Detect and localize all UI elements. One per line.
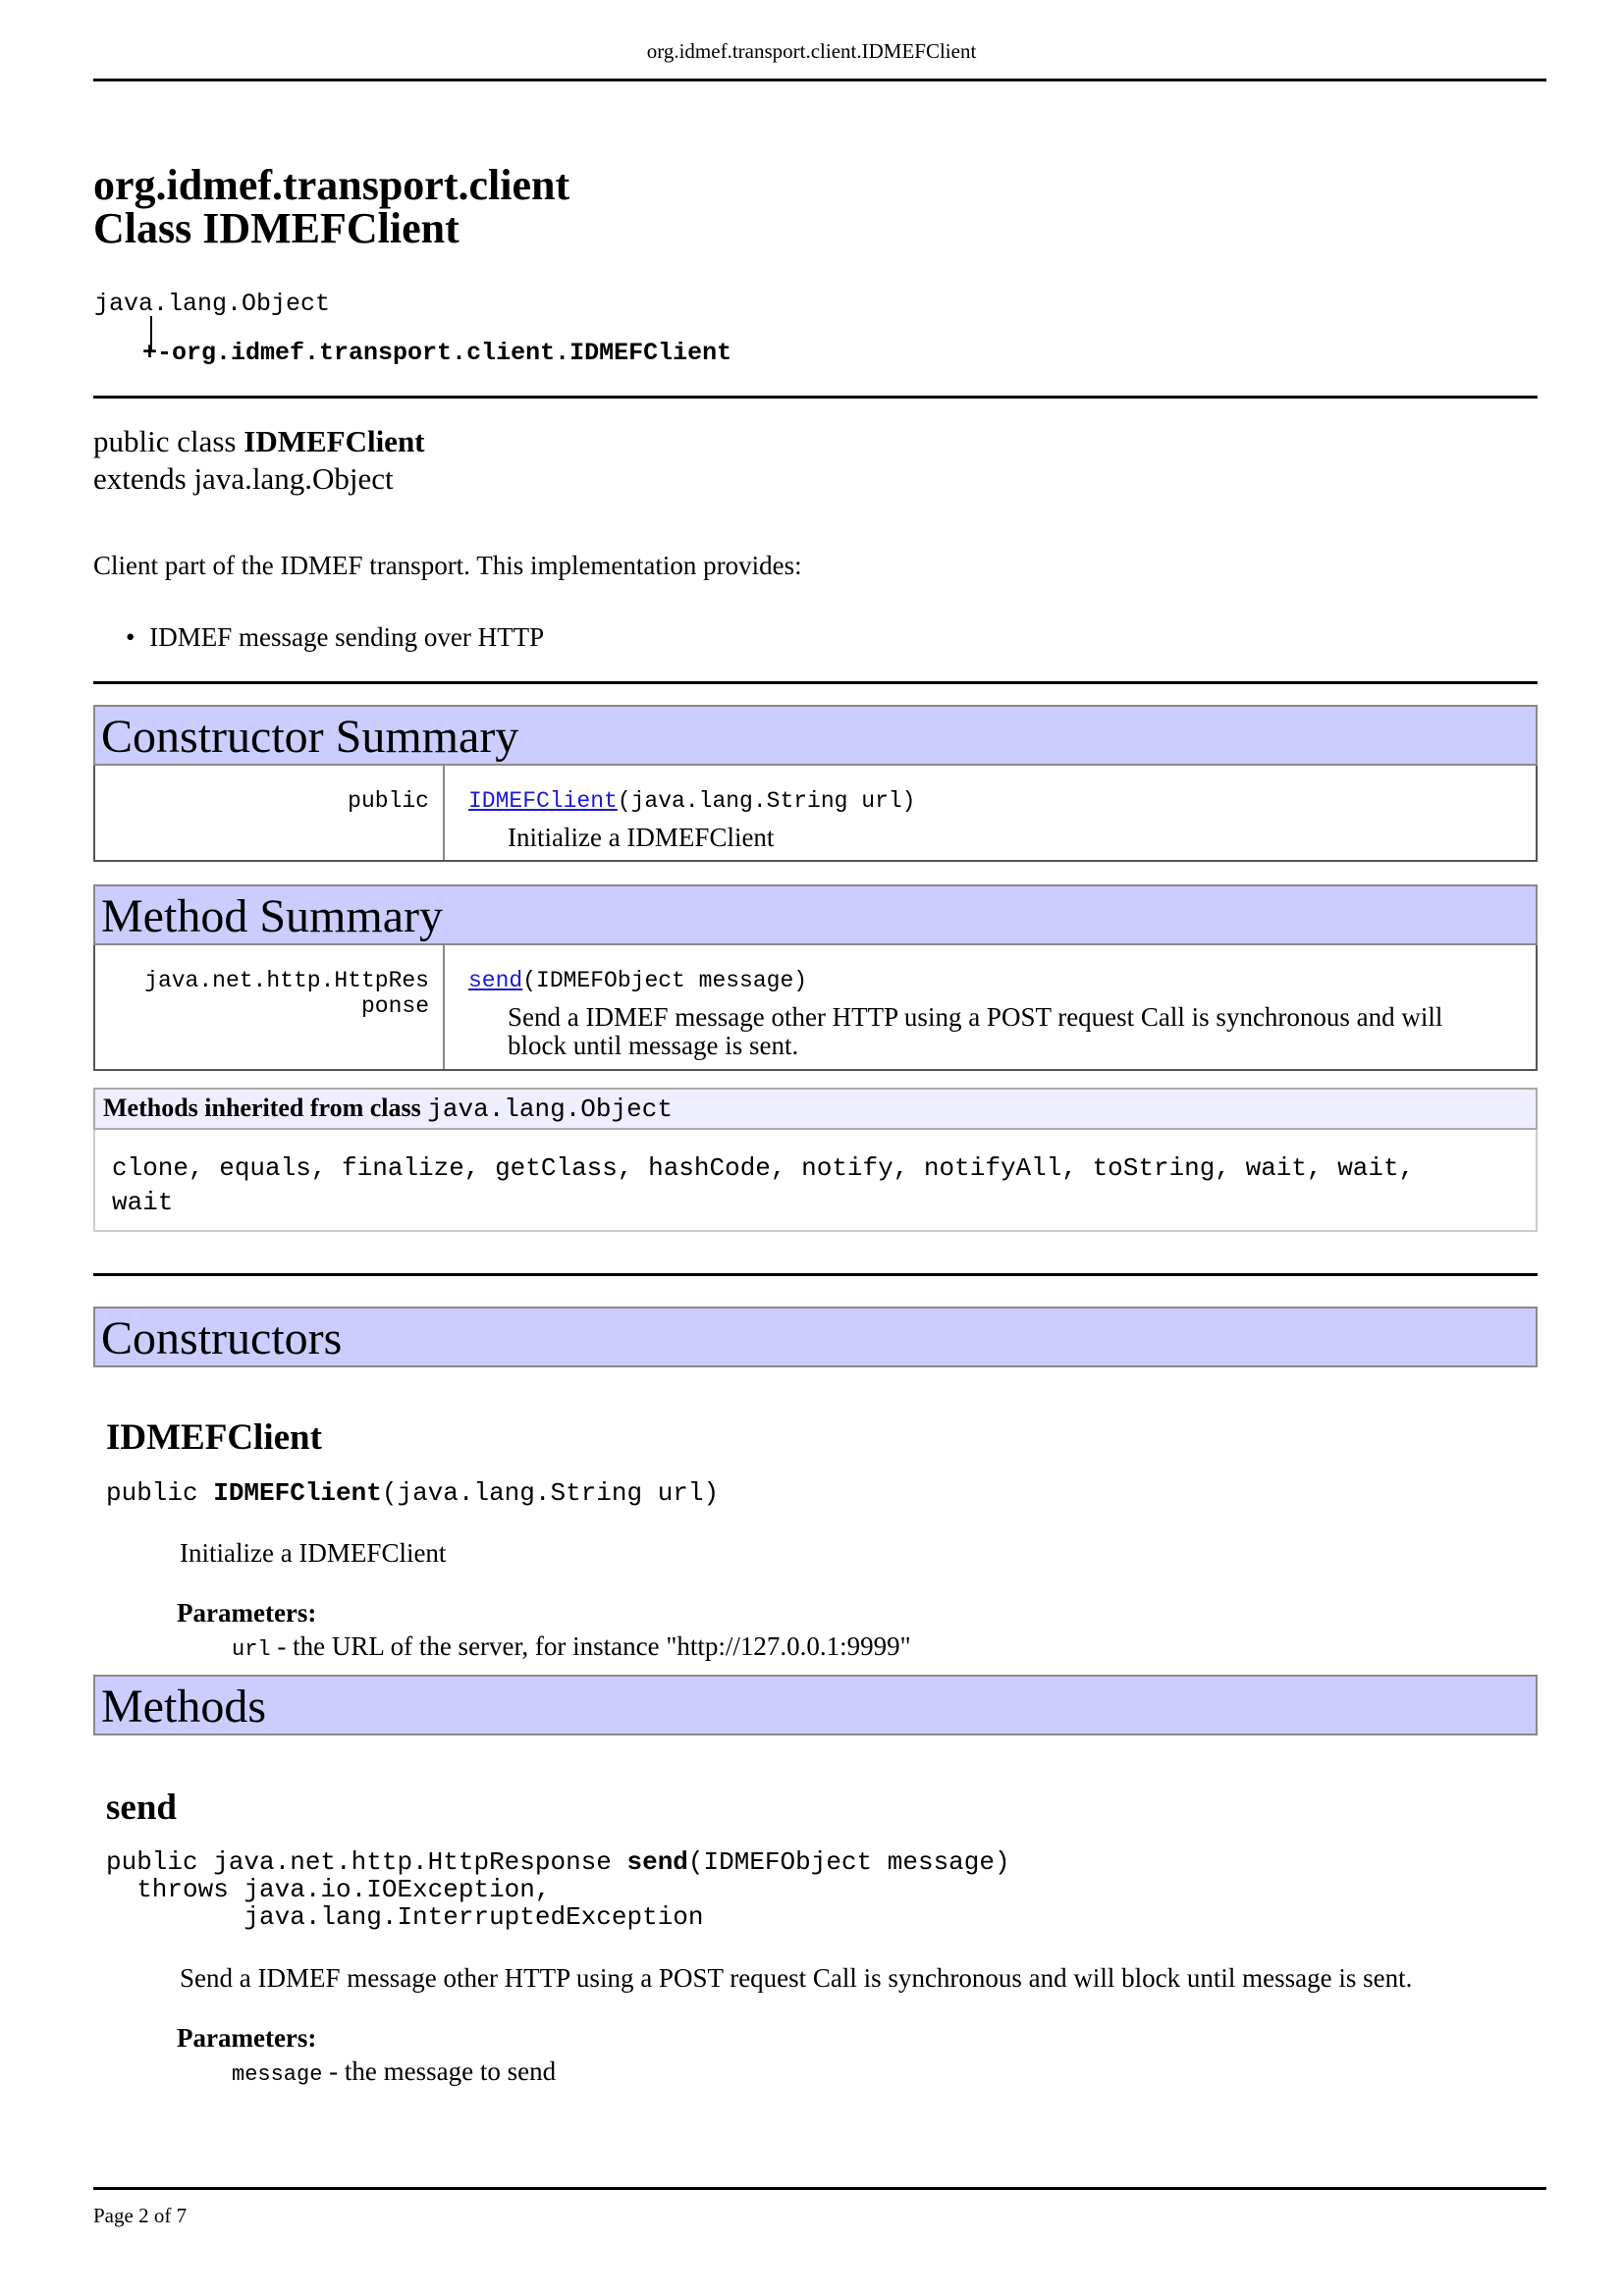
constructor-modifier: public xyxy=(348,788,429,814)
method-summary-heading: Method Summary xyxy=(93,884,1538,945)
method-detail-signature: public java.net.http.HttpResponse send(I… xyxy=(106,1848,1010,1876)
method-param-entry: message - the message to send xyxy=(232,2056,556,2087)
constructor-link[interactable]: IDMEFClient xyxy=(468,788,618,814)
constructor-params: (java.lang.String url) xyxy=(617,788,916,814)
inherited-line-2: wait xyxy=(112,1188,174,1217)
method-sig-name: send xyxy=(626,1847,688,1877)
method-desc-line-1: Send a IDMEF message other HTTP using a … xyxy=(508,1002,1443,1032)
return-type-line-1: java.net.http.HttpRes xyxy=(144,968,429,993)
method-param-name: message xyxy=(232,2062,323,2087)
class-declaration: public class IDMEFClient xyxy=(93,424,425,459)
constructor-signature: IDMEFClient(java.lang.String url) xyxy=(468,788,915,814)
constructor-summary-table: public IDMEFClient(java.lang.String url)… xyxy=(93,766,1538,862)
return-type-line-2: ponse xyxy=(360,993,429,1019)
column-divider xyxy=(443,766,445,860)
method-params: (IDMEFObject message) xyxy=(522,968,808,993)
header-rule xyxy=(93,79,1546,81)
method-summary-table: java.net.http.HttpRes ponse send(IDMEFOb… xyxy=(93,945,1538,1071)
constructors-detail-heading: Constructors xyxy=(93,1307,1538,1367)
constructor-summary-heading: Constructor Summary xyxy=(93,705,1538,766)
constructor-sig-params: (java.lang.String url) xyxy=(381,1478,720,1508)
hierarchy-connector: +- xyxy=(142,339,173,367)
declaration-extends: extends java.lang.Object xyxy=(93,461,394,496)
column-divider xyxy=(443,945,445,1069)
inherited-line-1: clone, equals, finalize, getClass, hashC… xyxy=(112,1153,1415,1183)
constructor-params-label: Parameters: xyxy=(177,1598,317,1628)
method-param-desc: - the message to send xyxy=(322,2056,557,2086)
hierarchy-child: +-org.idmef.transport.client.IDMEFClient xyxy=(142,339,731,367)
bullet-text: IDMEF message sending over HTTP xyxy=(149,622,545,652)
constructor-param-entry: url - the URL of the server, for instanc… xyxy=(232,1631,911,1662)
hierarchy-parent: java.lang.Object xyxy=(94,290,331,318)
summary-end-rule xyxy=(93,1273,1538,1276)
method-return-type: java.net.http.HttpRes ponse xyxy=(95,968,429,1019)
class-description: Client part of the IDMEF transport. This… xyxy=(93,551,802,580)
hierarchy-child-name: org.idmef.transport.client.IDMEFClient xyxy=(172,339,732,367)
constructor-sig-prefix: public xyxy=(106,1478,214,1508)
declaration-name: IDMEFClient xyxy=(243,424,425,458)
method-link[interactable]: send xyxy=(468,968,522,993)
page-number: Page 2 of 7 xyxy=(93,2204,188,2227)
description-bullet-item: • IDMEF message sending over HTTP xyxy=(126,622,544,653)
method-sig-prefix: public java.net.http.HttpResponse xyxy=(106,1847,627,1877)
constructor-summary-desc: Initialize a IDMEFClient xyxy=(508,823,775,852)
inherited-methods-list: clone, equals, finalize, getClass, hashC… xyxy=(93,1130,1538,1232)
footer-rule xyxy=(93,2187,1546,2190)
inherited-methods-heading: Methods inherited from class java.lang.O… xyxy=(93,1088,1538,1130)
constructor-detail-name: IDMEFClient xyxy=(106,1417,322,1458)
running-header: org.idmef.transport.client.IDMEFClient xyxy=(646,39,977,63)
constructor-sig-name: IDMEFClient xyxy=(213,1478,382,1508)
inherited-heading-class: java.lang.Object xyxy=(427,1095,673,1124)
bullet-marker: • xyxy=(126,622,135,652)
method-signature: send(IDMEFObject message) xyxy=(468,968,807,993)
method-detail-name: send xyxy=(106,1788,177,1828)
constructor-param-desc: - the URL of the server, for instance "h… xyxy=(270,1631,911,1661)
hierarchy-rule xyxy=(93,396,1538,399)
method-params-label: Parameters: xyxy=(177,2023,317,2053)
method-throws-line-1: throws java.io.IOException, xyxy=(106,1875,551,1904)
package-title: org.idmef.transport.client xyxy=(93,161,570,209)
class-title: Class IDMEFClient xyxy=(93,204,460,252)
method-desc-line-2: block until message is sent. xyxy=(508,1031,799,1060)
constructor-param-name: url xyxy=(232,1637,271,1662)
method-summary-desc: Send a IDMEF message other HTTP using a … xyxy=(508,1003,1442,1060)
method-detail-desc: Send a IDMEF message other HTTP using a … xyxy=(180,1963,1413,1993)
method-throws-line-2: java.lang.InterruptedException xyxy=(106,1902,704,1932)
description-rule xyxy=(93,681,1538,684)
constructor-detail-desc: Initialize a IDMEFClient xyxy=(180,1538,447,1568)
constructor-detail-signature: public IDMEFClient(java.lang.String url) xyxy=(106,1478,719,1508)
method-sig-params: (IDMEFObject message) xyxy=(687,1847,1010,1877)
methods-detail-heading: Methods xyxy=(93,1675,1538,1735)
declaration-prefix: public class xyxy=(93,424,244,458)
inherited-heading-prefix: Methods inherited from class xyxy=(103,1094,428,1122)
